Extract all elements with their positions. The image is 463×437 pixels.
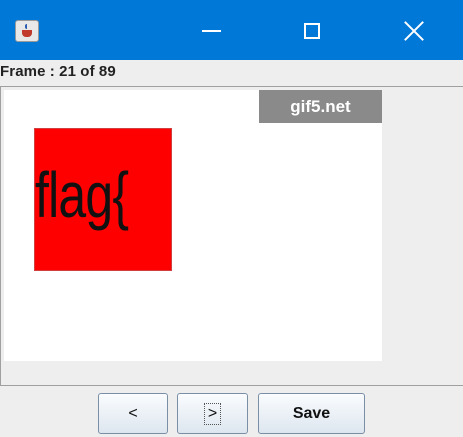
frame-canvas: gif5.net flag{ — [4, 90, 382, 361]
frame-content-text: flag{ — [35, 159, 129, 231]
next-frame-label: > — [203, 402, 222, 425]
watermark-badge: gif5.net — [259, 90, 382, 123]
close-button[interactable] — [391, 8, 437, 54]
maximize-icon — [304, 23, 320, 39]
previous-frame-label: < — [128, 404, 138, 422]
frame-counter-label: Frame : 21 of 89 — [0, 63, 116, 80]
image-panel: gif5.net flag{ — [0, 86, 463, 386]
previous-frame-button[interactable]: < — [98, 393, 168, 434]
gif-frame-viewer-window: Frame : 21 of 89 gif5.net flag{ < > Save — [0, 0, 463, 437]
next-frame-button[interactable]: > — [177, 393, 248, 434]
save-button[interactable]: Save — [258, 393, 365, 434]
cup-shape — [22, 30, 32, 37]
steam-shape — [25, 24, 31, 29]
title-bar[interactable] — [0, 0, 463, 60]
close-icon — [403, 20, 425, 42]
save-label: Save — [292, 404, 331, 422]
minimize-icon — [201, 30, 221, 32]
minimize-button[interactable] — [188, 8, 234, 54]
frame-content-red-box: flag{ — [34, 128, 172, 271]
maximize-button[interactable] — [289, 8, 335, 54]
java-cup-icon[interactable] — [15, 20, 39, 42]
